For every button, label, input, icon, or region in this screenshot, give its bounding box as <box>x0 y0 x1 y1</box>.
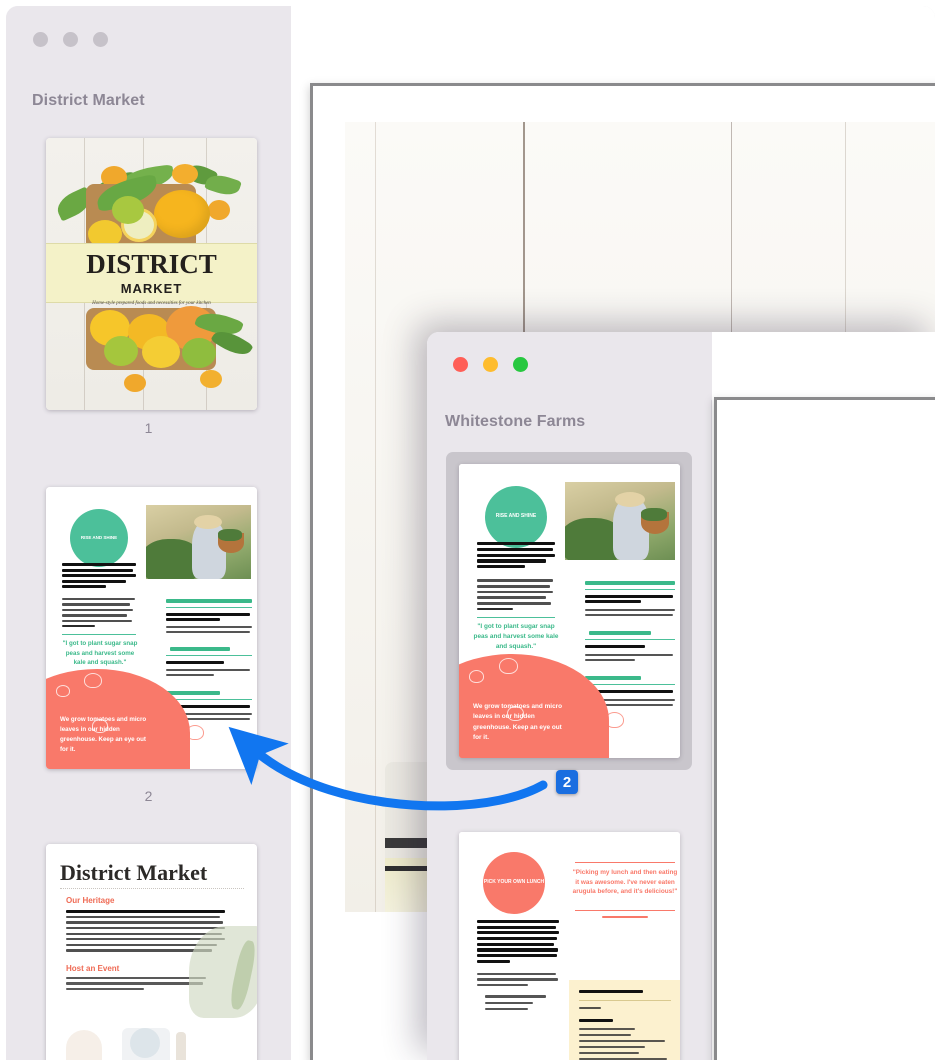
page-2-flyer-art: RISE AND SHINE "I got to plant sugar sna… <box>46 487 257 769</box>
page-1-band-title: DISTRICT <box>86 249 217 279</box>
page-3-title: District Market <box>60 860 208 885</box>
minimize-button[interactable] <box>483 357 498 372</box>
page-2-quote: "I got to plant sugar snap peas and harv… <box>62 640 138 667</box>
back-window-traffic-lights[interactable] <box>33 32 108 47</box>
page-3-heading-our-heritage: Our Heritage <box>66 896 115 905</box>
back-thumbnail-page-2[interactable]: RISE AND SHINE "I got to plant sugar sna… <box>46 487 257 769</box>
close-button[interactable] <box>453 357 468 372</box>
rise-and-shine-badge: RISE AND SHINE <box>485 486 547 548</box>
page-1-band-tagline: Home-style prepared foods and necessitie… <box>92 301 211 306</box>
page-3-heading-host-an-event: Host an Event <box>66 964 120 973</box>
front-window-traffic-lights[interactable] <box>453 357 528 372</box>
front-thumbnail-page-3[interactable]: PICK YOUR OWN LUNCH "Picking my lunch an… <box>459 832 680 1060</box>
front-page-2-flyer-art: RISE AND SHINE "I got to plant sugar sna… <box>459 464 680 758</box>
page-3-body-host-an-event <box>66 977 206 990</box>
front-page-3-art: PICK YOUR OWN LUNCH "Picking my lunch an… <box>459 832 680 1060</box>
front-thumbnail-page-2[interactable]: RISE AND SHINE "I got to plant sugar sna… <box>459 464 680 758</box>
back-thumbnail-number-1: 1 <box>144 420 153 436</box>
front-page-2-photo <box>565 482 675 560</box>
front-page-2-quote: "I got to plant sugar snap peas and harv… <box>473 623 559 650</box>
front-window-canvas <box>712 332 935 1060</box>
page-1-title-band: DISTRICT MARKET Home-style prepared food… <box>46 243 257 306</box>
page-3-heritage-art: District Market Our Heritage Host an Eve… <box>46 844 257 1060</box>
back-thumbnail-number-2: 2 <box>144 788 153 804</box>
page-2-rise-and-shine-badge: RISE AND SHINE <box>70 509 128 567</box>
page-1-cover-art: DISTRICT MARKET Home-style prepared food… <box>46 138 257 410</box>
page-1-band-subtitle: MARKET <box>120 281 183 296</box>
front-sidebar-title: Whitestone Farms <box>445 413 586 430</box>
front-window-sidebar: Whitestone Farms RISE AND SHINE "I got t… <box>427 332 712 1060</box>
back-window-sidebar: District Market DISTRICT MARKET Home-sty… <box>6 6 291 1060</box>
back-thumbnail-page-3[interactable]: District Market Our Heritage Host an Eve… <box>46 844 257 1060</box>
close-button[interactable] <box>33 32 48 47</box>
page-2-photo <box>146 505 251 579</box>
front-page-3-recipe-card <box>569 980 680 1060</box>
front-window-whitestone-farms[interactable]: Whitestone Farms RISE AND SHINE "I got t… <box>427 332 935 1060</box>
front-page-3-quote: "Picking my lunch and then eating it was… <box>572 869 678 896</box>
minimize-button[interactable] <box>63 32 78 47</box>
pick-your-own-lunch-badge: PICK YOUR OWN LUNCH <box>483 852 545 914</box>
zoom-button[interactable] <box>93 32 108 47</box>
screenshot-root: District Market DISTRICT MARKET Home-sty… <box>0 0 935 1060</box>
back-thumbnail-page-1[interactable]: DISTRICT MARKET Home-style prepared food… <box>46 138 257 410</box>
drag-count-badge: 2 <box>556 770 578 794</box>
front-document-page[interactable] <box>717 400 935 1060</box>
zoom-button[interactable] <box>513 357 528 372</box>
back-sidebar-title: District Market <box>32 92 145 109</box>
